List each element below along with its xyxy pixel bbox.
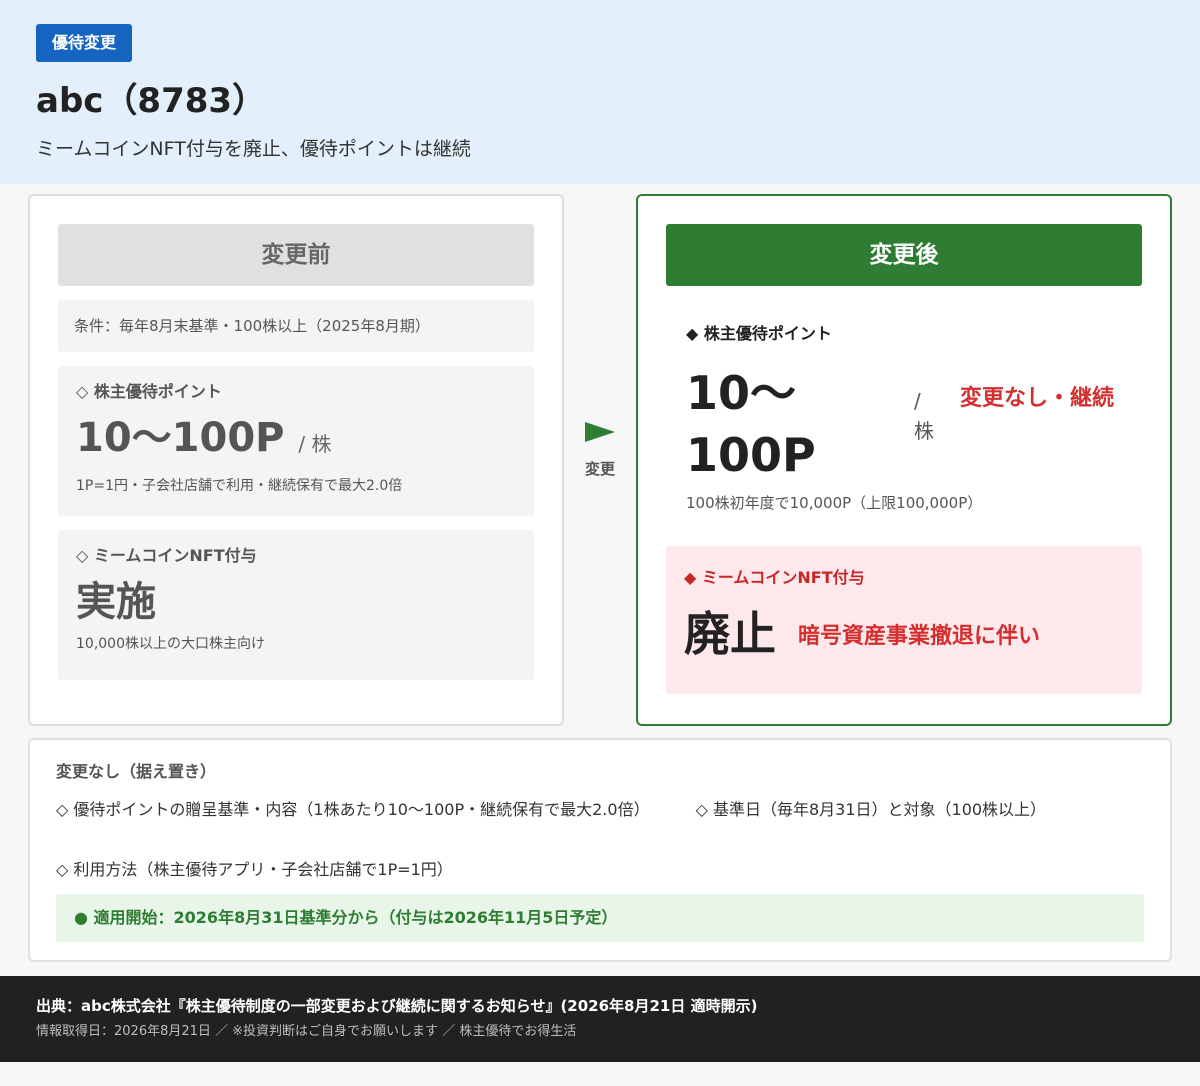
after-nft-box: ◆ ミームコインNFT付与 廃止 暗号資産事業撤退に伴い — [666, 546, 1142, 694]
comparison-panels: 変更前 条件：毎年8月末基準・100株以上（2025年8月期） ◇ 株主優待ポイ… — [0, 184, 1200, 726]
before-nft-value: 実施 — [76, 579, 156, 625]
after-points-unit: / 株 — [914, 389, 934, 443]
unchanged-title: 変更なし（据え置き） — [56, 762, 217, 781]
after-card: 変更後 ◆ 株主優待ポイント 10〜100P / 株 変更なし・継続 100株初… — [636, 194, 1172, 726]
arrow-label: 変更 — [584, 460, 615, 478]
after-points-status: 変更なし・継続 — [960, 386, 1115, 411]
change-arrow: 変更 — [568, 422, 632, 479]
unchanged-item: ◇ 優待ポイントの贈呈基準・内容（1株あたり10〜100P・継続保有で最大2.0… — [56, 800, 650, 819]
after-points-label: ◆ 株主優待ポイント — [686, 324, 832, 343]
unchanged-section: 変更なし（据え置き） ◇ 優待ポイントの贈呈基準・内容（1株あたり10〜100P… — [28, 738, 1172, 962]
before-nft-label: ◇ ミームコインNFT付与 — [76, 546, 257, 565]
after-points-value: 10〜100P — [686, 366, 816, 482]
before-points-note: 1P=1円・子会社店舗で利用・継続保有で最大2.0倍 — [76, 478, 403, 494]
page-subtitle: ミームコインNFT付与を廃止、優待ポイントは継続 — [36, 138, 471, 160]
after-nft-label: ◆ ミームコインNFT付与 — [684, 568, 865, 587]
header: 優待変更 abc（8783） ミームコインNFT付与を廃止、優待ポイントは継続 — [0, 0, 1200, 184]
before-points-box: ◇ 株主優待ポイント 10〜100P / 株 1P=1円・子会社店舗で利用・継続… — [58, 366, 534, 516]
page-title: abc（8783） — [36, 81, 267, 121]
footer: 出典：abc株式会社『株主優待制度の一部変更および継続に関するお知らせ』(202… — [0, 976, 1200, 1062]
after-heading: 変更後 — [666, 224, 1142, 286]
arrow-right-icon — [585, 422, 615, 442]
before-points-amount: 10〜100P / 株 — [76, 410, 516, 472]
before-points-value: 10〜100P — [76, 415, 285, 461]
before-points-unit: / 株 — [298, 432, 332, 456]
footer-meta: 情報取得日：2026年8月21日 ／ ※投資判断はご自身でお願いします ／ 株主… — [36, 1024, 577, 1039]
before-condition: 条件：毎年8月末基準・100株以上（2025年8月期） — [58, 300, 534, 352]
after-nft-reason: 暗号資産事業撤退に伴い — [798, 624, 1041, 649]
before-card: 変更前 条件：毎年8月末基準・100株以上（2025年8月期） ◇ 株主優待ポイ… — [28, 194, 564, 726]
before-nft-box: ◇ ミームコインNFT付与 実施 10,000株以上の大口株主向け — [58, 530, 534, 680]
after-nft-row: 廃止 暗号資産事業撤退に伴い — [684, 604, 1124, 664]
before-heading: 変更前 — [58, 224, 534, 286]
after-nft-value: 廃止 — [684, 607, 776, 661]
unchanged-item: ◇ 利用方法（株主優待アプリ・子会社店舗で1P=1円） — [56, 860, 453, 879]
category-badge: 優待変更 — [36, 24, 133, 62]
footer-source: 出典：abc株式会社『株主優待制度の一部変更および継続に関するお知らせ』(202… — [36, 997, 758, 1015]
unchanged-item: ◇ 基準日（毎年8月31日）と対象（100株以上） — [695, 800, 1047, 819]
after-points-note: 100株初年度で10,000P（上限100,000P） — [686, 494, 983, 512]
apply-start-banner: ● 適用開始：2026年8月31日基準分から（付与は2026年11月5日予定） — [56, 894, 1144, 942]
before-points-label: ◇ 株主優待ポイント — [76, 382, 222, 401]
unchanged-row: ◇ 優待ポイントの贈呈基準・内容（1株あたり10〜100P・継続保有で最大2.0… — [56, 798, 1144, 822]
before-nft-note: 10,000株以上の大口株主向け — [76, 636, 265, 652]
